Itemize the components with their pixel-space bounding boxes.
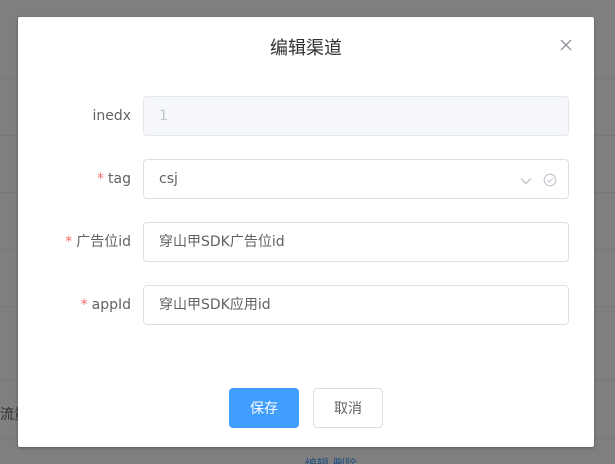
cancel-button[interactable]: 取消 xyxy=(313,388,383,428)
dialog-title: 编辑渠道 xyxy=(270,38,342,59)
form-row-ad-slot-id: * 广告位id 穿山甲SDK广告位id xyxy=(18,222,594,262)
tag-select[interactable]: csj xyxy=(143,159,569,199)
ad-slot-id-input[interactable]: 穿山甲SDK广告位id xyxy=(143,222,569,262)
chevron-down-icon[interactable] xyxy=(519,173,533,187)
edit-channel-dialog: 编辑渠道 inedx 1 * tag csj * 广告位id 穿山甲SDK广告位… xyxy=(18,17,594,447)
inedx-label: inedx xyxy=(92,108,131,124)
tag-value: csj xyxy=(159,171,178,187)
ad-slot-id-label: * 广告位id xyxy=(65,234,131,250)
ad-slot-id-value: 穿山甲SDK广告位id xyxy=(159,234,285,250)
form-row-app-id: * appId 穿山甲SDK应用id xyxy=(18,285,594,325)
form-row-inedx: inedx 1 xyxy=(18,96,594,136)
save-button[interactable]: 保存 xyxy=(229,388,299,428)
app-id-input[interactable]: 穿山甲SDK应用id xyxy=(143,285,569,325)
required-marker: * xyxy=(80,297,88,313)
app-id-value: 穿山甲SDK应用id xyxy=(159,297,271,313)
tag-label: * tag xyxy=(97,171,131,187)
form-row-tag: * tag csj xyxy=(18,159,594,199)
circle-check-icon xyxy=(543,172,557,187)
close-icon[interactable] xyxy=(558,37,574,53)
inedx-value: 1 xyxy=(159,108,168,124)
inedx-field[interactable]: 1 xyxy=(143,96,569,136)
required-marker: * xyxy=(97,171,105,187)
app-id-label: * appId xyxy=(80,297,131,313)
required-marker: * xyxy=(65,234,73,250)
